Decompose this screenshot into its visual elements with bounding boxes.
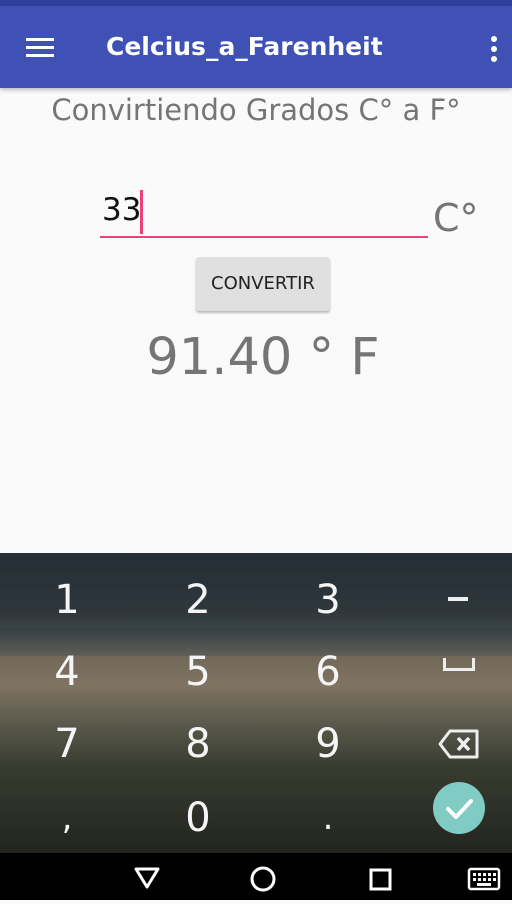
done-check-icon[interactable] bbox=[433, 782, 485, 834]
unit-label: C° bbox=[433, 196, 479, 240]
key-8[interactable]: 8 bbox=[158, 714, 238, 774]
keyboard-icon[interactable] bbox=[460, 853, 508, 900]
text-caret bbox=[140, 190, 143, 234]
result-text: 91.40 ° F bbox=[146, 328, 380, 387]
hamburger-menu-icon[interactable] bbox=[20, 30, 60, 66]
space-key-icon[interactable] bbox=[443, 658, 475, 672]
key-5[interactable]: 5 bbox=[158, 642, 238, 702]
convert-button[interactable]: CONVERTIR bbox=[196, 257, 330, 311]
key-1[interactable]: 1 bbox=[27, 570, 107, 630]
key-3[interactable]: 3 bbox=[288, 570, 368, 630]
backspace-icon[interactable] bbox=[438, 729, 480, 759]
input-underline bbox=[100, 236, 428, 238]
key-comma[interactable]: , bbox=[27, 788, 107, 848]
celsius-input-value: 33 bbox=[102, 192, 142, 228]
key-7[interactable]: 7 bbox=[27, 714, 107, 774]
page-heading: Convirtiendo Grados C° a F° bbox=[51, 93, 461, 127]
system-nav-bar bbox=[0, 853, 512, 900]
recents-icon[interactable] bbox=[356, 853, 404, 900]
key-minus[interactable] bbox=[448, 597, 468, 601]
key-4[interactable]: 4 bbox=[27, 642, 107, 702]
key-period[interactable]: . bbox=[288, 788, 368, 848]
back-icon[interactable] bbox=[123, 853, 171, 900]
key-0[interactable]: 0 bbox=[158, 788, 238, 848]
celsius-input[interactable]: 33 bbox=[100, 186, 428, 240]
key-6[interactable]: 6 bbox=[288, 642, 368, 702]
key-9[interactable]: 9 bbox=[288, 714, 368, 774]
app-title: Celcius_a_Farenheit bbox=[106, 32, 383, 61]
more-vert-icon[interactable] bbox=[480, 32, 508, 66]
app-bar: Celcius_a_Farenheit bbox=[0, 6, 512, 88]
home-icon[interactable] bbox=[239, 853, 287, 900]
key-2[interactable]: 2 bbox=[158, 570, 238, 630]
